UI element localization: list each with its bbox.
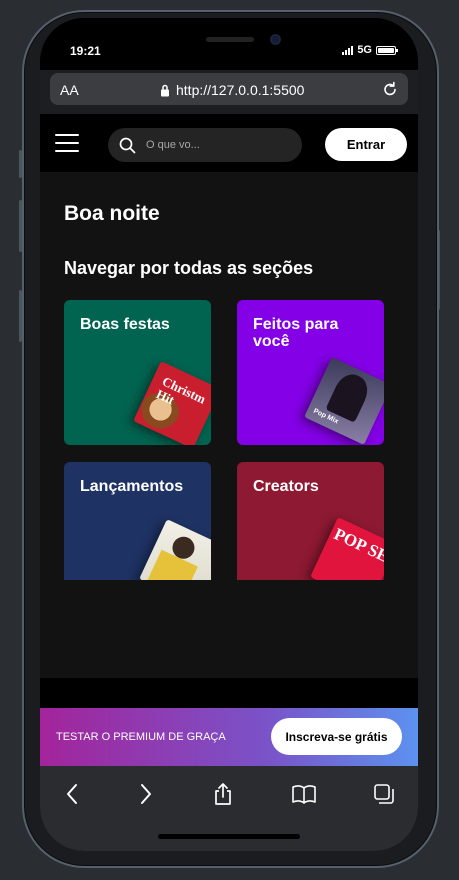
web-page: Entrar Boa noite Navegar por todas as se… [40, 114, 418, 708]
cover-text: POP SE [331, 524, 384, 567]
premium-banner: TESTAR O PREMIUM DE GRAÇA Inscreva-se gr… [40, 708, 418, 766]
page-title: Boa noite [64, 202, 160, 225]
search-box[interactable] [108, 128, 302, 162]
search-icon [119, 137, 136, 154]
main-content: Boa noite Navegar por todas as seções Bo… [40, 172, 418, 678]
card-cover-image: POP SE [310, 517, 384, 580]
phone-screen: 19:21 5G AA http://127.0.0.1:5500 O que … [40, 18, 418, 851]
login-button[interactable]: Entrar [325, 128, 407, 161]
section-title: Navegar por todas as seções [64, 258, 314, 278]
address-bar[interactable]: AA http://127.0.0.1:5500 [50, 73, 408, 105]
back-icon[interactable] [58, 780, 86, 808]
forward-icon[interactable] [132, 780, 160, 808]
browser-address-area: AA http://127.0.0.1:5500 [40, 70, 418, 114]
card-cover-image: Pop Mix [304, 357, 384, 445]
card-cover-image: Christm Hit [133, 361, 211, 445]
status-indicators: 5G [342, 44, 398, 56]
card-cover-image [139, 519, 211, 580]
network-label: 5G [357, 44, 372, 56]
url-display[interactable]: http://127.0.0.1:5500 [160, 82, 304, 98]
status-bar: 19:21 5G [40, 18, 418, 70]
lock-icon [161, 84, 169, 96]
bookmarks-icon[interactable] [290, 780, 318, 808]
status-time: 19:21 [70, 44, 101, 58]
tabs-icon[interactable] [370, 780, 398, 808]
speaker [206, 37, 254, 42]
signup-button[interactable]: Inscreva-se grátis [271, 718, 402, 755]
category-card-lancamentos[interactable]: Lançamentos [64, 462, 211, 580]
content-fade [40, 580, 418, 678]
reader-settings-button[interactable]: AA [60, 82, 79, 98]
card-label: Boas festas [80, 316, 170, 333]
card-label: Feitos para você [253, 316, 339, 350]
site-header: Entrar [40, 114, 418, 172]
category-card-creators[interactable]: Creators POP SE [237, 462, 384, 580]
menu-icon[interactable] [55, 134, 79, 152]
url-text: http://127.0.0.1:5500 [176, 82, 305, 98]
browser-toolbar [40, 766, 418, 851]
front-camera [270, 34, 281, 45]
home-indicator [158, 834, 300, 839]
battery-icon [376, 45, 398, 55]
premium-text: TESTAR O PREMIUM DE GRAÇA [56, 731, 226, 743]
search-input[interactable] [146, 136, 286, 154]
signal-icon [342, 45, 354, 55]
card-label: Creators [253, 478, 319, 495]
reload-icon[interactable] [380, 79, 400, 99]
card-label: Lançamentos [80, 478, 184, 495]
category-card-boas-festas[interactable]: Boas festas Christm Hit [64, 300, 211, 445]
category-card-feitos-para-voce[interactable]: Feitos para você Pop Mix [237, 300, 384, 445]
notch [128, 18, 332, 58]
share-icon[interactable] [209, 780, 237, 808]
